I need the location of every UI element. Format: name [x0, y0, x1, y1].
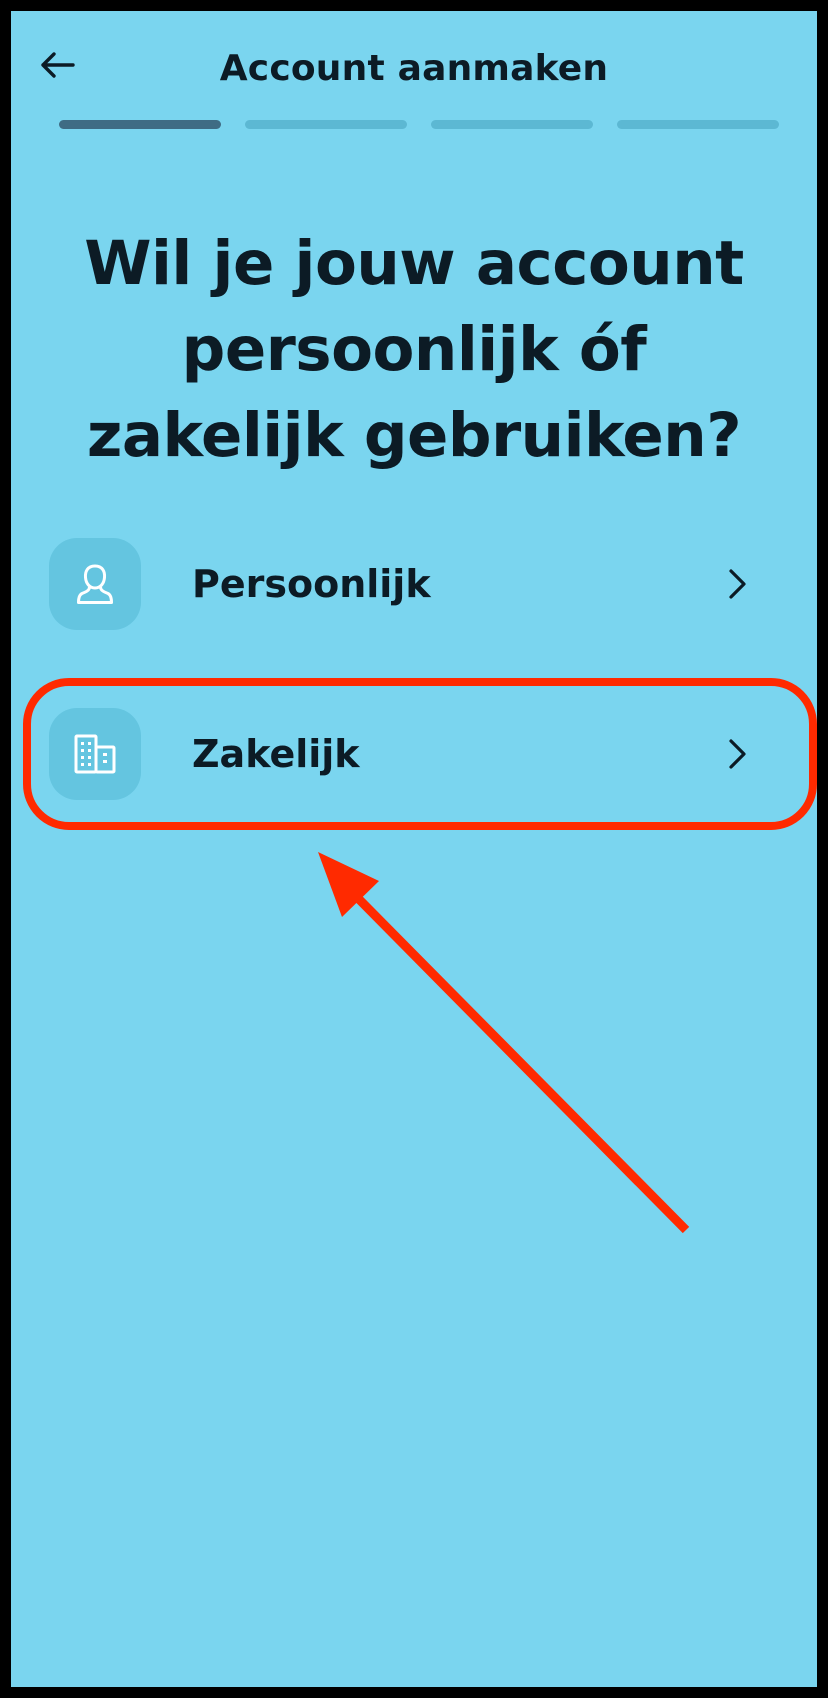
arrow-left-icon	[41, 52, 75, 78]
option-personal-label: Persoonlijk	[192, 562, 431, 606]
app-screen: Account aanmaken Wil je jouw account per…	[11, 11, 817, 1687]
option-business[interactable]: Zakelijk	[49, 708, 779, 800]
question-heading: Wil je jouw account persoonlijk óf zakel…	[84, 228, 744, 471]
option-business-icon-tile	[49, 708, 141, 800]
option-personal[interactable]: Persoonlijk	[49, 538, 779, 630]
progress-step-3	[431, 120, 593, 129]
chevron-right-icon	[719, 566, 755, 602]
building-icon	[74, 734, 116, 774]
header: Account aanmaken	[11, 11, 817, 111]
option-personal-icon-tile	[49, 538, 141, 630]
progress-step-1	[59, 120, 221, 129]
progress-step-4	[617, 120, 779, 129]
annotation-arrow-head	[318, 852, 379, 917]
step-progress	[59, 120, 779, 129]
option-business-label: Zakelijk	[192, 732, 360, 776]
back-button[interactable]	[33, 41, 81, 89]
chevron-right-icon	[719, 736, 755, 772]
header-title: Account aanmaken	[219, 48, 609, 89]
person-icon	[77, 564, 113, 604]
annotation-arrow-shaft	[337, 877, 690, 1234]
progress-step-2	[245, 120, 407, 129]
